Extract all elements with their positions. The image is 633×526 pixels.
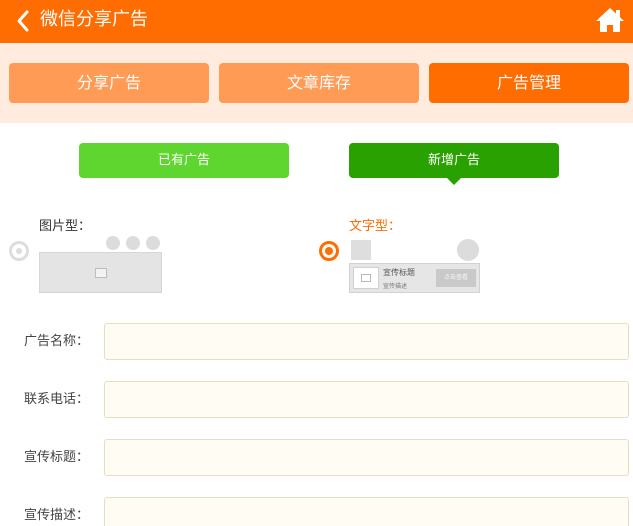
preview-title: 宣传标题 — [383, 268, 415, 277]
app-header: 微信分享广告 — [0, 0, 633, 43]
tab-ad-management[interactable]: 广告管理 — [429, 63, 629, 103]
new-ad-button[interactable]: 新增广告 — [349, 143, 559, 185]
tab-share-ads[interactable]: 分享广告 — [9, 63, 209, 103]
tab-article-library[interactable]: 文章库存 — [219, 63, 419, 103]
wechat-mini-icon — [146, 236, 160, 250]
phone-label: 联系电话： — [24, 392, 90, 407]
image-type-radio[interactable] — [9, 241, 29, 261]
phone-mini-icon — [126, 236, 140, 250]
phone-input[interactable] — [104, 381, 629, 418]
top-tab-bar: 分享广告 文章库存 广告管理 — [0, 43, 633, 123]
home-mini-icon — [106, 236, 120, 250]
back-arrow-icon[interactable] — [14, 9, 34, 33]
preview-view-button: 点击查看 — [436, 269, 476, 287]
existing-ads-button[interactable]: 已有广告 — [79, 143, 289, 178]
qrcode-icon — [351, 240, 371, 260]
home-icon[interactable] — [595, 6, 625, 34]
text-type-radio[interactable] — [319, 241, 339, 261]
image-placeholder-icon — [95, 268, 107, 278]
ad-name-label: 广告名称： — [24, 334, 90, 349]
phone-icon — [457, 239, 479, 261]
image-type-label: 图片型： — [39, 219, 92, 234]
promo-title-label: 宣传标题： — [24, 450, 90, 465]
preview-description: 宣传描述 — [383, 283, 408, 290]
active-caret — [447, 178, 461, 185]
promo-desc-input[interactable] — [104, 497, 629, 526]
new-ad-label: 新增广告 — [427, 153, 480, 168]
promo-desc-label: 宣传描述： — [24, 508, 90, 523]
image-type-preview[interactable] — [39, 252, 162, 293]
page-title: 微信分享广告 — [40, 9, 148, 30]
text-type-preview[interactable]: 宣传标题 宣传描述 点击查看 — [349, 263, 480, 293]
promo-title-input[interactable] — [104, 439, 629, 476]
text-type-label: 文字型： — [349, 219, 402, 234]
ad-name-input[interactable] — [104, 323, 629, 360]
thumbnail-icon — [353, 267, 379, 289]
